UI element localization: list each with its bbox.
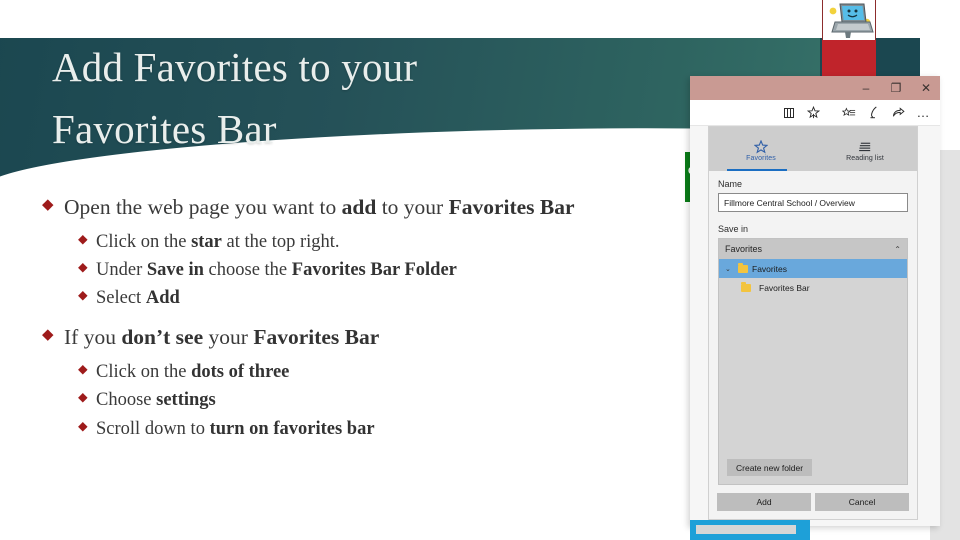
folder-icon [738, 262, 748, 273]
page-title-line-1: Add Favorites to your [52, 44, 418, 90]
tab-reading-list-label: Reading list [846, 154, 884, 162]
bullet-level1: ◆ Open the web page you want to add to y… [0, 192, 700, 223]
tab-favorites-label: Favorites [746, 154, 776, 162]
diamond-bullet-icon: ◆ [78, 361, 88, 376]
bullet-sublist-2: ◆ Click on the dots of three ◆ Choose se… [0, 358, 700, 443]
tree-item-favorites[interactable]: ⌄ Favorites [719, 259, 907, 278]
bullet-level2-text: Click on the dots of three [96, 361, 290, 382]
bullet-level2: ◆ Click on the dots of three [0, 358, 700, 386]
more-ellipsis-icon[interactable]: … [911, 101, 936, 125]
minimize-button[interactable]: – [858, 79, 874, 97]
diamond-bullet-icon: ◆ [78, 259, 88, 274]
tree-item-favorites-bar[interactable]: Favorites Bar [719, 278, 907, 297]
edge-toolbar: … [690, 100, 940, 126]
add-button[interactable]: Add [717, 493, 811, 511]
bullet-group-1: ◆ Open the web page you want to add to y… [0, 192, 700, 312]
page-bottom-shelf [690, 520, 810, 540]
save-in-tree: Favorites ⌃ ⌄ Favorites Favorites Bar Cr… [718, 238, 908, 485]
bullet-sublist-1: ◆ Click on the star at the top right. ◆ … [0, 228, 700, 313]
bullet-level2: ◆ Under Save in choose the Favorites Bar… [0, 256, 700, 284]
bullet-level2-text: Select Add [96, 288, 180, 309]
active-tab-underline [727, 169, 787, 171]
bullet-level2: ◆ Select Add [0, 284, 700, 312]
restore-button[interactable]: ❐ [888, 79, 904, 97]
save-in-label: Save in [718, 224, 749, 234]
diamond-bullet-icon: ◆ [78, 288, 88, 303]
tree-item-favorites-bar-label: Favorites Bar [759, 282, 810, 293]
bullet-level2: ◆ Choose settings [0, 386, 700, 414]
book-icon[interactable] [776, 101, 801, 125]
save-in-tree-header[interactable]: Favorites ⌃ [719, 239, 907, 259]
web-notes-pen-icon[interactable] [861, 101, 886, 125]
edge-browser-window: – ❐ ✕ … Favorites Reading list Name Fill… [690, 76, 940, 526]
page-title-line-2: Favorites Bar [52, 106, 277, 153]
share-icon[interactable] [886, 101, 911, 125]
slide: C ❯ – ❐ ✕ [0, 0, 960, 540]
tab-reading-list[interactable]: Reading list [813, 127, 917, 171]
favorites-flyout-panel: Favorites Reading list Name Fillmore Cen… [708, 126, 918, 520]
diamond-bullet-icon: ◆ [78, 418, 88, 433]
name-field-label: Name [718, 179, 743, 189]
bullet-level1-text: Open the web page you want to add to you… [64, 195, 575, 219]
chevron-up-icon: ⌃ [894, 244, 901, 254]
bullet-level2-text: Choose settings [96, 390, 216, 411]
tree-item-favorites-label: Favorites [752, 263, 787, 274]
name-input[interactable]: Fillmore Central School / Overview [718, 193, 908, 212]
bullet-level1: ◆ If you don’t see your Favorites Bar [0, 322, 700, 353]
create-new-folder-row: Create new folder [719, 450, 907, 485]
folder-icon [741, 281, 751, 292]
tree-empty-space [719, 297, 907, 450]
slide-body: ◆ Open the web page you want to add to y… [0, 186, 700, 540]
tab-favorites[interactable]: Favorites [709, 127, 813, 171]
diamond-bullet-icon: ◆ [42, 327, 54, 344]
bullet-level1-text: If you don’t see your Favorites Bar [64, 325, 380, 350]
page-bottom-shelf-inner [696, 525, 796, 534]
star-icon [754, 139, 768, 154]
bullet-level2-text: Click on the star at the top right. [96, 231, 340, 252]
favorites-panel-footer: Add Cancel [709, 485, 917, 519]
close-button[interactable]: ✕ [918, 79, 934, 97]
create-new-folder-button[interactable]: Create new folder [727, 459, 813, 476]
bullet-level2: ◆ Click on the star at the top right. [0, 228, 700, 256]
chevron-down-icon: ⌄ [725, 265, 731, 273]
favorites-panel-tabs: Favorites Reading list [709, 127, 917, 171]
reading-list-icon [858, 142, 870, 151]
edge-title-bar: – ❐ ✕ [690, 76, 940, 100]
save-in-tree-header-label: Favorites [725, 244, 763, 254]
bullet-level2-text: Scroll down to turn on favorites bar [96, 418, 375, 439]
bullet-group-2: ◆ If you don’t see your Favorites Bar ◆ … [0, 322, 700, 442]
add-favorite-star-icon[interactable] [801, 101, 826, 125]
bullet-level2: ◆ Scroll down to turn on favorites bar [0, 415, 700, 443]
diamond-bullet-icon: ◆ [42, 197, 54, 213]
diamond-bullet-icon: ◆ [78, 231, 88, 246]
laptop-mascot-image [822, 0, 876, 40]
hub-favorites-icon[interactable] [836, 101, 861, 125]
diamond-bullet-icon: ◆ [78, 390, 88, 405]
favorites-panel-body: Name Fillmore Central School / Overview … [709, 171, 917, 485]
cancel-button[interactable]: Cancel [815, 493, 909, 511]
page-title: Add Favorites to your Favorites Bar [52, 36, 672, 161]
bullet-level2-text: Under Save in choose the Favorites Bar F… [96, 259, 457, 280]
